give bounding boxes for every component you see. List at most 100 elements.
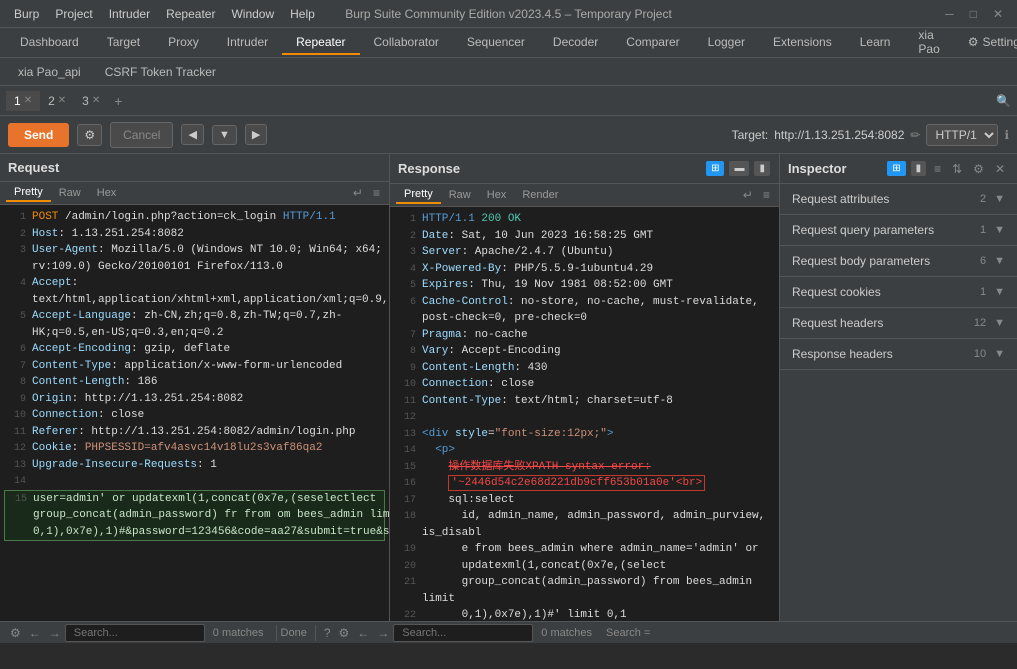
resp-line-6: 6 Cache-Control: no-store, no-cache, mus… (394, 294, 775, 327)
tab-intruder[interactable]: Intruder (213, 31, 282, 55)
inspector-section-cookies[interactable]: Request cookies 1 ▼ (780, 277, 1017, 308)
response-status-forward-icon[interactable]: → (373, 625, 393, 641)
tab-1-close[interactable]: ✕ (24, 95, 32, 106)
tab-2[interactable]: 2 ✕ (40, 91, 74, 111)
status-forward-icon[interactable]: → (45, 625, 65, 641)
menu-project[interactable]: Project (49, 5, 98, 23)
inspector-align-icon[interactable]: ≡ (930, 161, 945, 177)
inspector-section-query-params[interactable]: Request query parameters 1 ▼ (780, 215, 1017, 246)
menu-intruder[interactable]: Intruder (103, 5, 156, 23)
resp-tab-raw[interactable]: Raw (441, 187, 479, 203)
tab-2-close[interactable]: ✕ (58, 95, 66, 106)
response-content[interactable]: 1 HTTP/1.1 200 OK 2 Date: Sat, 10 Jun 20… (390, 207, 779, 621)
resp-line-21: 21 group_concat(admin_password) from bee… (394, 574, 775, 607)
inspector-section-request-headers[interactable]: Request headers 12 ▼ (780, 308, 1017, 339)
resp-view-full[interactable]: ▬ (729, 161, 749, 176)
resp-tab-render[interactable]: Render (514, 187, 566, 203)
maximize-button[interactable]: □ (964, 7, 983, 21)
req-tab-hex[interactable]: Hex (89, 185, 125, 201)
req-line-9: 9 Origin: http://1.13.251.254:8082 (4, 391, 385, 408)
tab-dashboard[interactable]: Dashboard (6, 31, 93, 55)
tab-decoder[interactable]: Decoder (539, 31, 612, 55)
inspector-request-attributes-count: 2 (980, 193, 986, 205)
inspector-section-request-attributes[interactable]: Request attributes 2 ▼ (780, 184, 1017, 215)
settings-icon-button[interactable]: ⚙ (77, 124, 102, 146)
http-version-select[interactable]: HTTP/1 HTTP/2 (926, 124, 998, 146)
inspector-view-split[interactable]: ⊞ (887, 161, 905, 176)
tab-proxy[interactable]: Proxy (154, 31, 213, 55)
chevron-down-icon: ▼ (994, 193, 1005, 205)
resp-line-18: 18 id, admin_name, admin_password, admin… (394, 508, 775, 541)
second-navigation: xia Pao_api CSRF Token Tracker (0, 58, 1017, 86)
menu-repeater[interactable]: Repeater (160, 5, 221, 23)
edit-target-icon[interactable]: ✏ (910, 128, 920, 142)
tab-3-close[interactable]: ✕ (92, 95, 100, 106)
tab-collaborator[interactable]: Collaborator (360, 31, 453, 55)
tab-sequencer[interactable]: Sequencer (453, 31, 539, 55)
tab-target[interactable]: Target (93, 31, 154, 55)
resp-line-3: 3 Server: Apache/2.4.7 (Ubuntu) (394, 244, 775, 261)
resp-line-11: 11 Content-Type: text/html; charset=utf-… (394, 393, 775, 410)
nav-left-button[interactable]: ◀ (181, 124, 203, 145)
req-wrap-icon[interactable]: ↵ (350, 185, 366, 201)
menu-help[interactable]: Help (284, 5, 321, 23)
tab-xia-pao-api[interactable]: xia Pao_api (6, 62, 93, 82)
tab-number-row: 1 ✕ 2 ✕ 3 ✕ + 🔍 (0, 86, 1017, 116)
tab-1[interactable]: 1 ✕ (6, 91, 40, 111)
resp-view-panel[interactable]: ▮ (754, 161, 770, 176)
close-button[interactable]: ✕ (987, 7, 1009, 21)
minimize-button[interactable]: ─ (939, 7, 960, 21)
inspector-section-response-headers[interactable]: Response headers 10 ▼ (780, 339, 1017, 370)
nav-down-button[interactable]: ▼ (212, 125, 237, 145)
resp-tab-pretty[interactable]: Pretty (396, 186, 441, 204)
inspector-section-body-params[interactable]: Request body parameters 6 ▼ (780, 246, 1017, 277)
tab-learn[interactable]: Learn (846, 31, 905, 55)
http-info-icon[interactable]: ℹ (1004, 128, 1009, 142)
inspector-sort-icon[interactable]: ⇅ (948, 161, 966, 177)
response-panel: Response ⊞ ▬ ▮ Pretty Raw Hex Render ↵ ≡… (390, 154, 780, 621)
chevron-down-icon: ▼ (994, 255, 1005, 267)
send-button[interactable]: Send (8, 123, 69, 147)
tab-3[interactable]: 3 ✕ (74, 91, 108, 111)
resp-view-split[interactable]: ⊞ (706, 161, 724, 176)
req-line-14: 14 (4, 473, 385, 490)
req-tab-raw[interactable]: Raw (51, 185, 89, 201)
req-line-11: 11 Referer: http://1.13.251.254:8082/adm… (4, 424, 385, 441)
request-search-input[interactable] (65, 624, 205, 642)
response-status-back-icon[interactable]: ← (353, 625, 373, 641)
target-label: Target: (732, 128, 769, 142)
tab-logger[interactable]: Logger (694, 31, 759, 55)
request-content[interactable]: 1 POST /admin/login.php?action=ck_login … (0, 205, 389, 621)
tab-2-label: 2 (48, 94, 55, 108)
menu-window[interactable]: Window (225, 5, 280, 23)
cancel-button[interactable]: Cancel (110, 122, 173, 148)
resp-line-2: 2 Date: Sat, 10 Jun 2023 16:58:25 GMT (394, 228, 775, 245)
resp-menu-icon[interactable]: ≡ (760, 187, 773, 203)
nav-right-button[interactable]: ▶ (245, 124, 267, 145)
new-tab-button[interactable]: + (108, 90, 128, 112)
req-menu-icon[interactable]: ≡ (370, 185, 383, 201)
req-tab-pretty[interactable]: Pretty (6, 184, 51, 202)
response-status-gear-icon[interactable]: ⚙ (335, 625, 354, 641)
tab-csrf-token[interactable]: CSRF Token Tracker (93, 62, 228, 82)
inspector-settings-icon[interactable]: ⚙ (969, 161, 988, 177)
inspector-view-alt[interactable]: ▮ (911, 161, 927, 176)
status-divider (276, 625, 277, 641)
response-search-input[interactable] (393, 624, 533, 642)
menu-burp[interactable]: Burp (8, 5, 45, 23)
search-icon[interactable]: 🔍 (996, 94, 1011, 108)
resp-tab-hex[interactable]: Hex (479, 187, 515, 203)
tab-xia-pao[interactable]: xia Pao (904, 24, 953, 62)
tab-repeater[interactable]: Repeater (282, 31, 359, 55)
tab-settings[interactable]: ⚙ Settings (954, 31, 1017, 55)
resp-wrap-icon[interactable]: ↵ (740, 187, 756, 203)
inspector-close-icon[interactable]: ✕ (991, 161, 1009, 177)
status-back-icon[interactable]: ← (25, 625, 45, 641)
main-area: Request Pretty Raw Hex ↵ ≡ 1 POST /admin… (0, 154, 1017, 621)
tab-extensions[interactable]: Extensions (759, 31, 846, 55)
resp-line-15: 15 操作数据库失败XPATH syntax error: (394, 459, 775, 476)
status-gear-icon[interactable]: ⚙ (6, 625, 25, 641)
tab-comparer[interactable]: Comparer (612, 31, 693, 55)
response-status-help-icon[interactable]: ? (320, 625, 335, 641)
resp-line-17: 17 sql:select (394, 492, 775, 509)
